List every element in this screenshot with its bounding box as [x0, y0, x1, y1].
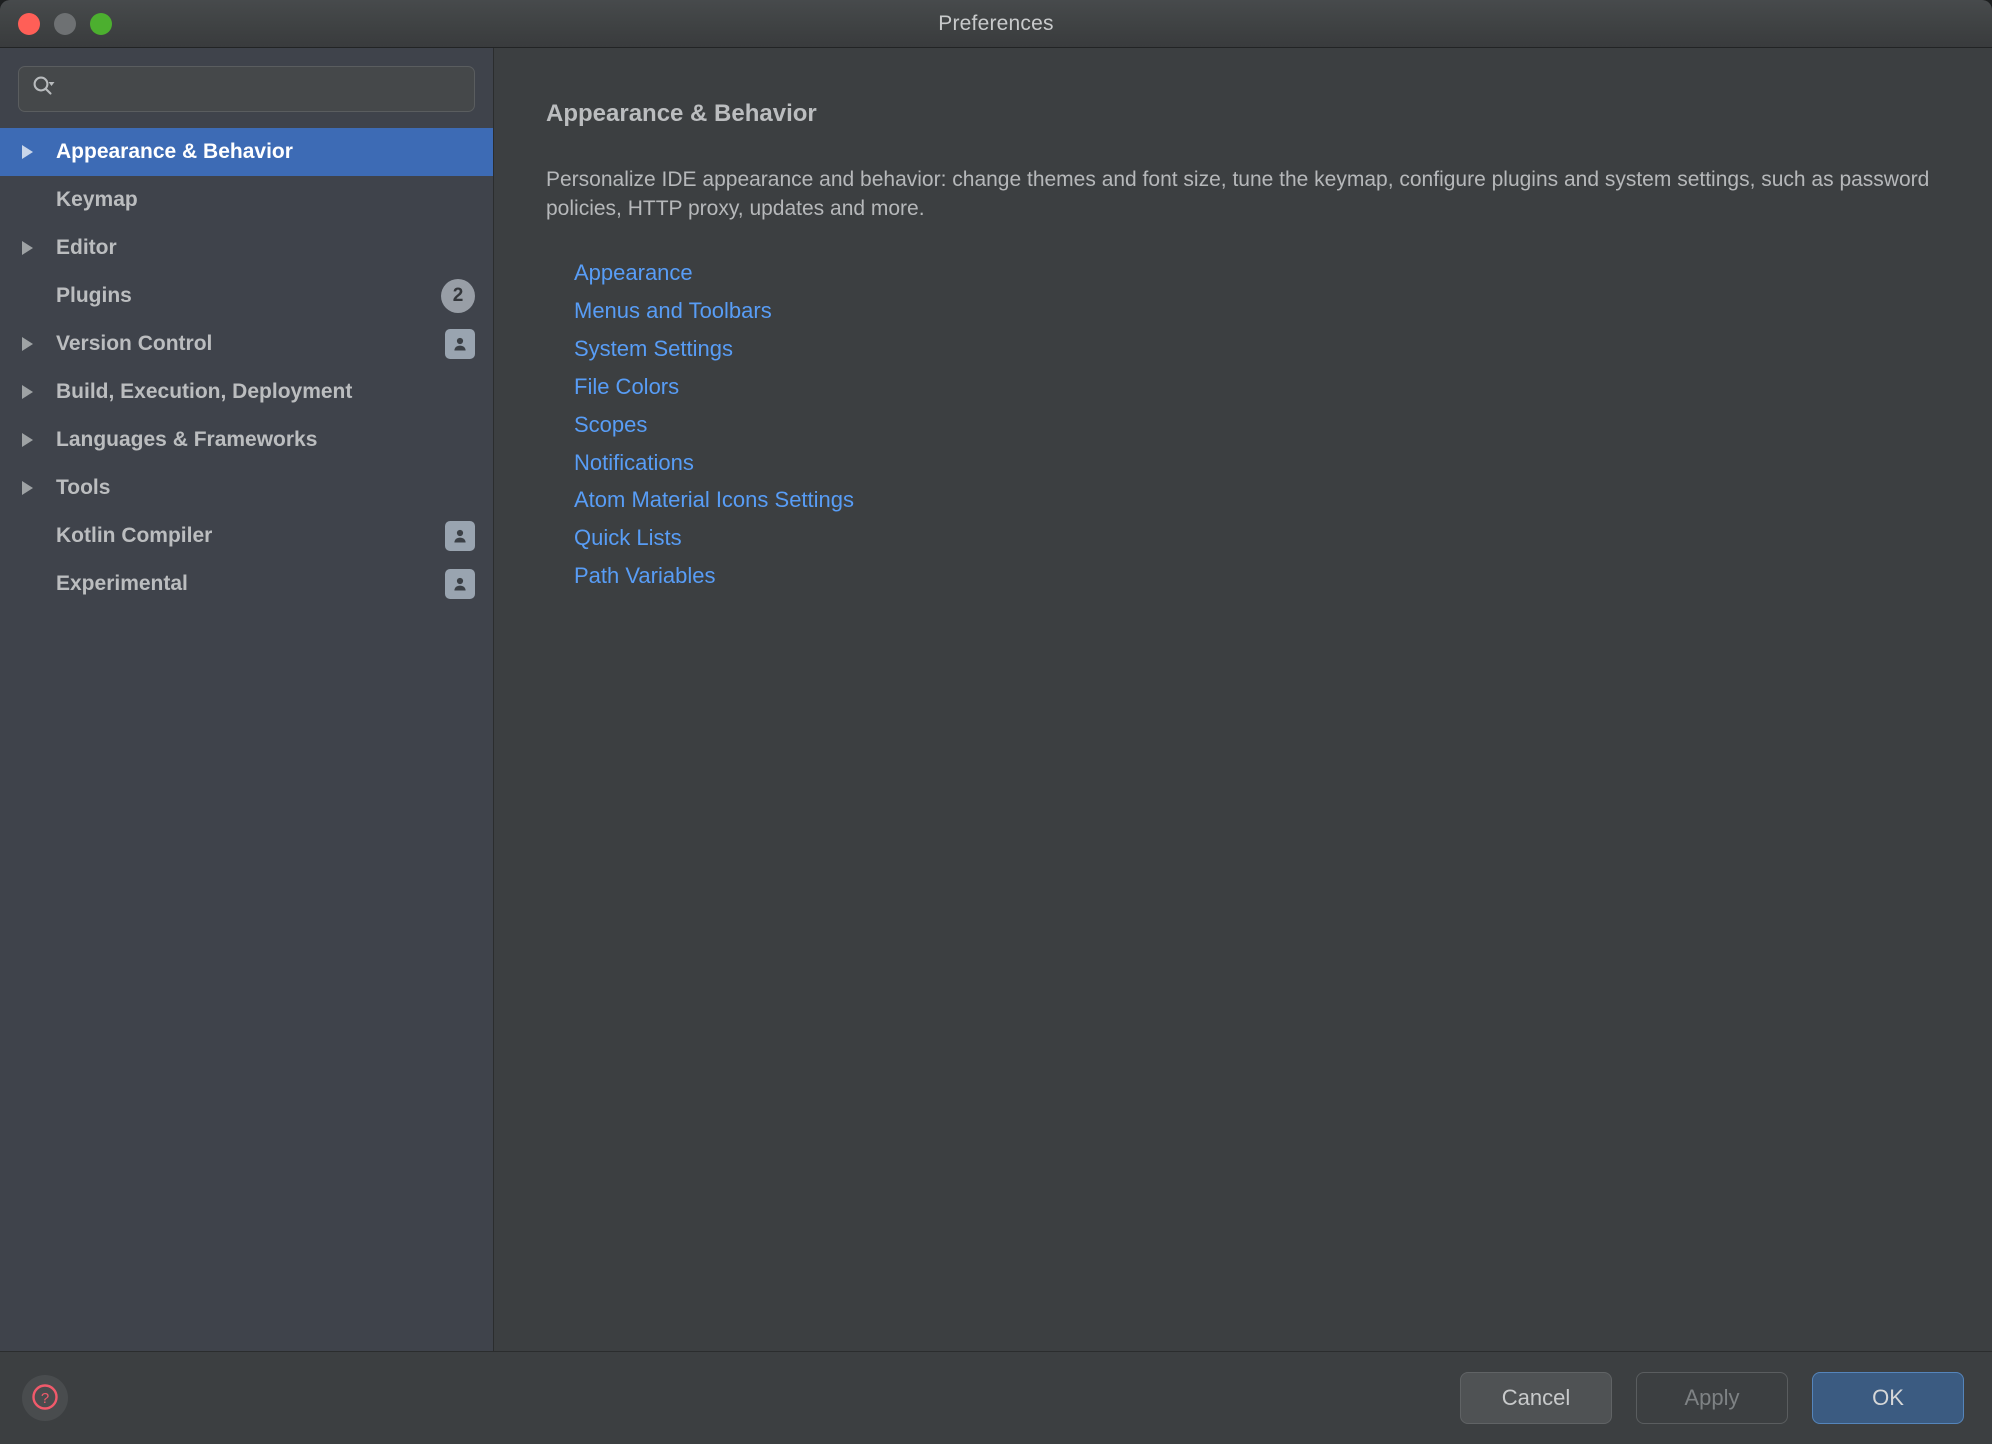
expand-arrow-icon[interactable] [22, 337, 56, 351]
subsection-link-list: Appearance Menus and Toolbars System Setti… [574, 257, 1992, 592]
sidebar-item-keymap[interactable]: Keymap [0, 176, 493, 224]
search-icon [31, 74, 57, 105]
sidebar-item-label: Experimental [56, 572, 188, 595]
list-item: Menus and Toolbars [574, 295, 1992, 327]
settings-tree: Appearance & Behavior Keymap Editor Plugins… [0, 126, 493, 1351]
expand-arrow-icon[interactable] [22, 481, 56, 495]
page-title: Appearance & Behavior [546, 100, 817, 127]
settings-sidebar: Appearance & Behavior Keymap Editor Plugins… [0, 48, 494, 1351]
title-bar: Preferences [0, 0, 1992, 48]
ok-button[interactable]: OK [1812, 1372, 1964, 1424]
list-item: Atom Material Icons Settings [574, 484, 1992, 516]
list-item: Scopes [574, 409, 1992, 441]
sidebar-item-experimental[interactable]: Experimental [0, 560, 493, 608]
list-item: Path Variables [574, 560, 1992, 592]
sidebar-item-label: Appearance & Behavior [56, 140, 293, 163]
list-item: Notifications [574, 447, 1992, 479]
subsection-link-menus-and-toolbars[interactable]: Menus and Toolbars [574, 295, 772, 327]
close-button[interactable] [18, 12, 40, 35]
sidebar-item-editor[interactable]: Editor [0, 224, 493, 272]
subsection-link-appearance[interactable]: Appearance [574, 257, 693, 289]
window-controls [18, 12, 112, 35]
expand-arrow-icon[interactable] [22, 433, 56, 447]
subsection-link-quick-lists[interactable]: Quick Lists [574, 522, 682, 554]
sidebar-item-version-control[interactable]: Version Control [0, 320, 493, 368]
cancel-button[interactable]: Cancel [1460, 1372, 1612, 1424]
preferences-window: Preferences Appearance & Behavior Keymap… [0, 0, 1992, 1444]
user-scope-icon [445, 329, 475, 359]
user-scope-icon [445, 521, 475, 551]
page-description: Personalize IDE appearance and behavior:… [546, 168, 1930, 220]
dialog-footer: ? Cancel Apply OK [0, 1352, 1992, 1444]
search-input[interactable] [65, 78, 462, 100]
sidebar-item-label: Languages & Frameworks [56, 428, 318, 451]
search-box[interactable] [18, 66, 475, 112]
subsection-link-atom-material-icons-settings[interactable]: Atom Material Icons Settings [574, 484, 854, 516]
sidebar-item-label: Tools [56, 476, 111, 499]
apply-button[interactable]: Apply [1636, 1372, 1788, 1424]
svg-text:?: ? [41, 1390, 49, 1407]
expand-arrow-icon[interactable] [22, 385, 56, 399]
search-container [0, 48, 493, 126]
sidebar-item-languages-frameworks[interactable]: Languages & Frameworks [0, 416, 493, 464]
subsection-link-path-variables[interactable]: Path Variables [574, 560, 715, 592]
user-scope-icon [445, 569, 475, 599]
sidebar-item-appearance-behavior[interactable]: Appearance & Behavior [0, 128, 493, 176]
sidebar-item-plugins[interactable]: Plugins 2 [0, 272, 493, 320]
sidebar-item-label: Build, Execution, Deployment [56, 380, 353, 403]
subsection-link-notifications[interactable]: Notifications [574, 447, 694, 479]
sidebar-item-label: Version Control [56, 332, 213, 355]
subsection-link-scopes[interactable]: Scopes [574, 409, 647, 441]
window-title: Preferences [938, 11, 1054, 35]
zoom-button[interactable] [90, 12, 112, 35]
sidebar-item-build-execution-deployment[interactable]: Build, Execution, Deployment [0, 368, 493, 416]
dialog-body: Appearance & Behavior Keymap Editor Plugins… [0, 48, 1992, 1352]
settings-detail-panel: Appearance & Behavior Personalize IDE ap… [494, 48, 1992, 1351]
sidebar-item-tools[interactable]: Tools [0, 464, 493, 512]
sidebar-item-label: Kotlin Compiler [56, 524, 213, 547]
sidebar-item-label: Editor [56, 236, 117, 259]
dialog-button-row: Cancel Apply OK [1460, 1372, 1964, 1424]
question-mark-icon: ? [30, 1382, 60, 1415]
plugin-count-badge: 2 [441, 279, 475, 313]
list-item: System Settings [574, 333, 1992, 365]
expand-arrow-icon[interactable] [22, 241, 56, 255]
list-item: Appearance [574, 257, 1992, 289]
expand-arrow-icon[interactable] [22, 145, 56, 159]
minimize-button[interactable] [54, 12, 76, 35]
subsection-link-system-settings[interactable]: System Settings [574, 333, 733, 365]
sidebar-item-kotlin-compiler[interactable]: Kotlin Compiler [0, 512, 493, 560]
list-item: File Colors [574, 371, 1992, 403]
sidebar-item-label: Plugins [56, 284, 132, 307]
list-item: Quick Lists [574, 522, 1992, 554]
help-button[interactable]: ? [22, 1375, 68, 1421]
subsection-link-file-colors[interactable]: File Colors [574, 371, 679, 403]
sidebar-item-label: Keymap [56, 188, 138, 211]
